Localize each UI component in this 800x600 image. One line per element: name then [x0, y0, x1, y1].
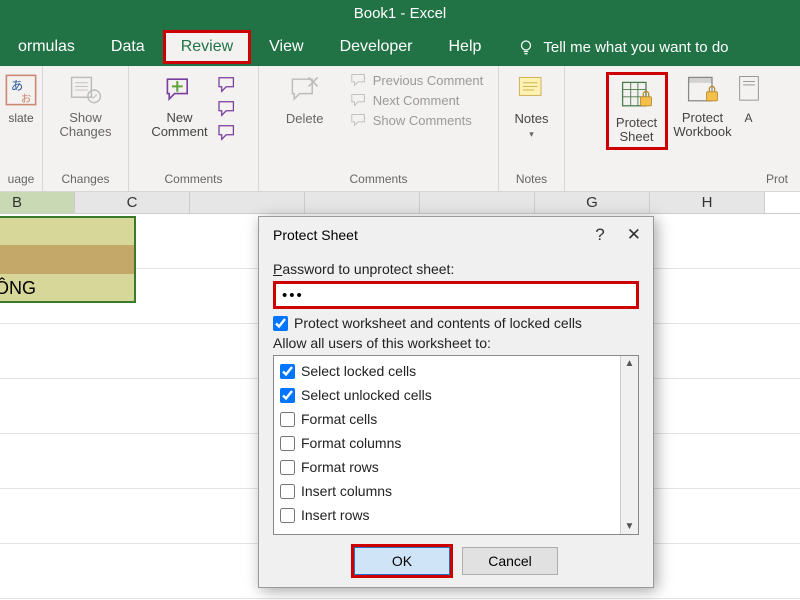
cell-b4[interactable]: KHÔNG [0, 274, 136, 303]
show-changes-label: Show Changes [59, 111, 111, 140]
dialog-title: Protect Sheet [273, 227, 358, 243]
title-bar: Book1 - Excel [0, 0, 800, 28]
perm-label: Select unlocked cells [301, 387, 432, 403]
protect-workbook-button[interactable]: Protect Workbook [672, 72, 734, 140]
col-f[interactable] [420, 192, 535, 213]
col-b[interactable]: B [0, 192, 75, 213]
scroll-down-icon[interactable]: ▼ [625, 521, 635, 532]
tell-me-label: Tell me what you want to do [543, 39, 728, 56]
group-label-comments1: Comments [164, 172, 222, 189]
chk-format-columns[interactable] [280, 436, 295, 451]
delete-label: Delete [286, 111, 324, 126]
tab-formulas[interactable]: ormulas [0, 30, 93, 64]
previous-comment-button[interactable]: Previous Comment [350, 72, 484, 88]
ribbon-tabs: ormulas Data Review View Developer Help … [0, 28, 800, 66]
col-c[interactable]: C [75, 192, 190, 213]
column-headers: B C G H [0, 192, 800, 214]
chk-select-locked[interactable] [280, 364, 295, 379]
show-comments-button[interactable]: Show Comments [350, 112, 484, 128]
perm-label: Insert rows [301, 507, 369, 523]
chevron-down-icon: ▾ [529, 129, 534, 140]
delete-comment-button[interactable]: Delete [274, 72, 336, 126]
ribbon: あぉslate uage Show Changes Changes New Co… [0, 66, 800, 192]
perm-label: Insert columns [301, 483, 392, 499]
allow-label: Allow all users of this worksheet to: [273, 335, 639, 351]
permissions-listbox[interactable]: Select locked cells Select unlocked cell… [273, 355, 639, 535]
group-label-language: uage [8, 172, 35, 189]
comment-small-icon[interactable] [217, 76, 239, 94]
perm-label: Format cells [301, 411, 377, 427]
chk-insert-columns[interactable] [280, 484, 295, 499]
col-g[interactable]: G [535, 192, 650, 213]
password-label: Password to unprotect sheet: [273, 261, 639, 277]
tell-me[interactable]: Tell me what you want to do [517, 38, 728, 56]
chk-insert-rows[interactable] [280, 508, 295, 523]
protect-sheet-dialog: Protect Sheet ? ✕ Password to unprotect … [258, 216, 654, 588]
chk-format-rows[interactable] [280, 460, 295, 475]
tab-help[interactable]: Help [431, 30, 500, 64]
selected-cells[interactable]: CÓ CÓ KHÔNG [0, 216, 136, 303]
tab-data[interactable]: Data [93, 30, 163, 64]
svg-text:ぉ: ぉ [20, 90, 32, 104]
next-comment-button[interactable]: Next Comment [350, 92, 484, 108]
close-icon[interactable]: ✕ [627, 225, 641, 245]
perm-label: Format rows [301, 459, 379, 475]
chk-select-unlocked[interactable] [280, 388, 295, 403]
tab-review[interactable]: Review [163, 30, 251, 64]
notes-label: Notes [515, 111, 549, 126]
tab-developer[interactable]: Developer [322, 30, 431, 64]
ok-button[interactable]: OK [354, 547, 450, 575]
group-label-notes: Notes [516, 172, 547, 189]
allow-edit-button[interactable]: A [738, 72, 760, 125]
cell-b3[interactable]: CÓ [0, 245, 136, 274]
scroll-up-icon[interactable]: ▲ [625, 358, 635, 369]
cell-b2[interactable]: CÓ [0, 216, 136, 245]
scrollbar[interactable]: ▲▼ [620, 356, 638, 534]
help-icon[interactable]: ? [595, 225, 604, 245]
notes-button[interactable]: Notes ▾ [501, 72, 563, 140]
protect-workbook-label: Protect Workbook [673, 111, 731, 140]
comment-small-icon[interactable] [217, 100, 239, 118]
col-h[interactable]: H [650, 192, 765, 213]
tab-view[interactable]: View [251, 30, 321, 64]
new-comment-button[interactable]: New Comment [149, 72, 211, 140]
perm-label: Format columns [301, 435, 401, 451]
group-label-changes: Changes [61, 172, 109, 189]
password-input[interactable] [273, 281, 639, 309]
group-label-comments2: Comments [349, 172, 407, 189]
group-label-protect: Prot [766, 172, 792, 189]
lightbulb-icon [517, 38, 535, 56]
col-e[interactable] [305, 192, 420, 213]
col-d[interactable] [190, 192, 305, 213]
protect-contents-checkbox[interactable] [273, 316, 288, 331]
chk-format-cells[interactable] [280, 412, 295, 427]
new-comment-label: New Comment [151, 111, 207, 140]
protect-sheet-button[interactable]: Protect Sheet [606, 72, 668, 150]
comment-small-icon[interactable] [217, 124, 239, 142]
cancel-button[interactable]: Cancel [462, 547, 558, 575]
show-changes-button[interactable]: Show Changes [55, 72, 117, 140]
protect-sheet-label: Protect Sheet [616, 116, 657, 145]
perm-label: Select locked cells [301, 363, 416, 379]
protect-contents-label: Protect worksheet and contents of locked… [294, 315, 582, 331]
